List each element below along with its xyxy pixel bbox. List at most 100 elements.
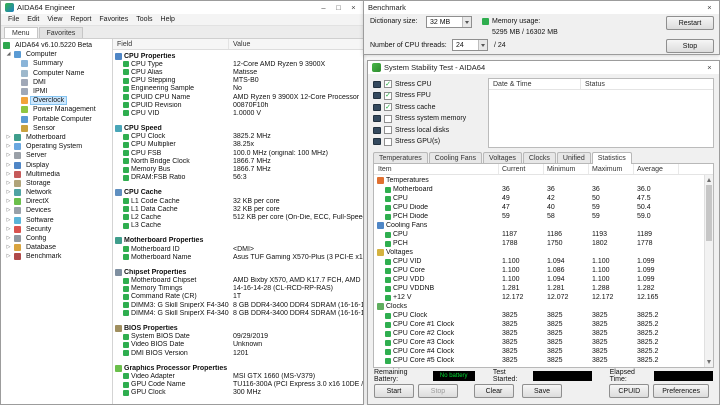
list-row[interactable]: Video AdapterMSI GTX 1660 (MS-V379) bbox=[113, 372, 363, 380]
list-row[interactable]: DMI BIOS Version1201 bbox=[113, 349, 363, 357]
pane-tab-favorites[interactable]: Favorites bbox=[39, 27, 84, 38]
stats-row[interactable]: CPU Core #5 Clock3825382538253825.2 bbox=[374, 356, 713, 365]
menu-item-tools[interactable]: Tools bbox=[132, 16, 156, 23]
sst-titlebar[interactable]: System Stability Test - AIDA64 × bbox=[368, 61, 719, 74]
list-row[interactable]: L1 Data Cache32 KB per core bbox=[113, 205, 363, 213]
sidebar-item-summary[interactable]: Summary bbox=[1, 59, 112, 68]
list-row[interactable]: Engineering SampleNo bbox=[113, 85, 363, 93]
stats-row[interactable]: CPU Core #4 Clock3825382538253825.2 bbox=[374, 347, 713, 356]
sidebar-item-database[interactable]: ▷Database bbox=[1, 243, 112, 252]
list-row[interactable]: CPUID Revision00870F10h bbox=[113, 101, 363, 109]
menu-item-report[interactable]: Report bbox=[66, 16, 95, 23]
stats-row[interactable]: CPU VDD1.1001.0941.1001.099 bbox=[374, 275, 713, 284]
stats-row[interactable]: CPU Diode47405950.4 bbox=[374, 203, 713, 212]
expand-icon[interactable]: ▷ bbox=[5, 254, 12, 259]
menu-item-help[interactable]: Help bbox=[157, 16, 179, 23]
stats-row[interactable]: CPU Core #2 Clock3825382538253825.2 bbox=[374, 329, 713, 338]
checkbox-stress-fpu[interactable]: ✓ bbox=[384, 92, 392, 100]
checkbox-stress-cache[interactable]: ✓ bbox=[384, 103, 392, 111]
list-row[interactable]: CPU Clock3825.2 MHz bbox=[113, 133, 363, 141]
tab-temperatures[interactable]: Temperatures bbox=[373, 152, 428, 163]
stats-row[interactable]: CPU1187118611931189 bbox=[374, 230, 713, 239]
scroll-down-icon[interactable] bbox=[707, 360, 711, 364]
expand-icon[interactable]: ▷ bbox=[5, 181, 12, 186]
sidebar-item-computer[interactable]: ◢Computer bbox=[1, 50, 112, 59]
list-row[interactable]: Memory Timings14-16-14-28 (CL-RCD-RP-RAS… bbox=[113, 285, 363, 293]
expand-icon[interactable]: ▷ bbox=[5, 218, 12, 223]
expand-icon[interactable]: ▷ bbox=[5, 153, 12, 158]
sidebar-item-motherboard[interactable]: ▷Motherboard bbox=[1, 133, 112, 142]
list-row[interactable]: CPU FSB100.0 MHz (original: 100 MHz) bbox=[113, 149, 363, 157]
save-button[interactable]: Save bbox=[522, 384, 562, 398]
expand-icon[interactable]: ▷ bbox=[5, 208, 12, 213]
benchmark-titlebar[interactable]: Benchmark × bbox=[364, 1, 719, 14]
chevron-down-icon[interactable] bbox=[478, 40, 487, 50]
stats-column-item[interactable]: Item bbox=[374, 164, 499, 174]
list-row[interactable]: Motherboard ID<DMI> bbox=[113, 245, 363, 253]
menu-item-file[interactable]: File bbox=[4, 16, 23, 23]
sidebar-item-directx[interactable]: ▷DirectX bbox=[1, 197, 112, 206]
list-row[interactable]: Command Rate (CR)1T bbox=[113, 293, 363, 301]
list-row[interactable]: North Bridge Clock1866.7 MHz bbox=[113, 157, 363, 165]
cpuid-button[interactable]: CPUID bbox=[609, 384, 649, 398]
log-column-status[interactable]: Status bbox=[581, 81, 713, 88]
minimize-icon[interactable]: – bbox=[316, 2, 331, 13]
list-row[interactable]: Video BIOS DateUnknown bbox=[113, 341, 363, 349]
checkbox-stress-system-memory[interactable] bbox=[384, 115, 392, 123]
sidebar-item-storage[interactable]: ▷Storage bbox=[1, 179, 112, 188]
stats-row[interactable]: CPU VDDNB1.2811.2811.2881.282 bbox=[374, 284, 713, 293]
list-row[interactable]: CPU SteppingMTS-B0 bbox=[113, 77, 363, 85]
chevron-down-icon[interactable] bbox=[462, 17, 471, 27]
list-row[interactable]: L1 Code Cache32 KB per core bbox=[113, 197, 363, 205]
stats-column-maximum[interactable]: Maximum bbox=[589, 164, 634, 174]
tab-voltages[interactable]: Voltages bbox=[483, 152, 522, 163]
sidebar-item-power-management[interactable]: Power Management bbox=[1, 105, 112, 114]
expand-icon[interactable]: ▷ bbox=[5, 227, 12, 232]
stats-row[interactable]: CPU Core1.1001.0861.1001.099 bbox=[374, 266, 713, 275]
list-row[interactable]: Motherboard NameAsus TUF Gaming X570-Plu… bbox=[113, 253, 363, 261]
start-button[interactable]: Start bbox=[374, 384, 414, 398]
stats-row[interactable]: Motherboard36363636.0 bbox=[374, 185, 713, 194]
sidebar-item-multimedia[interactable]: ▷Multimedia bbox=[1, 170, 112, 179]
list-row[interactable]: L3 Cache bbox=[113, 222, 363, 230]
maximize-icon[interactable]: □ bbox=[331, 2, 346, 13]
expand-icon[interactable]: ▷ bbox=[5, 245, 12, 250]
stats-row[interactable]: PCH Diode59585959.0 bbox=[374, 212, 713, 221]
list-row[interactable]: DRAM:FSB Ratio56:3 bbox=[113, 174, 363, 182]
expand-icon[interactable]: ▷ bbox=[5, 163, 12, 168]
stats-row[interactable]: +12 V12.17212.07212.17212.165 bbox=[374, 293, 713, 302]
benchmark-stop-button[interactable]: Stop bbox=[666, 39, 714, 53]
dictionary-size-select[interactable]: 32 MB bbox=[426, 16, 472, 28]
main-titlebar[interactable]: AIDA64 Engineer – □ × bbox=[1, 1, 363, 14]
scrollbar-thumb[interactable] bbox=[706, 185, 712, 241]
stats-column-minimum[interactable]: Minimum bbox=[544, 164, 589, 174]
sidebar-item-software[interactable]: ▷Software bbox=[1, 216, 112, 225]
stats-column-current[interactable]: Current bbox=[499, 164, 544, 174]
expand-icon[interactable]: ▷ bbox=[5, 199, 12, 204]
tab-statistics[interactable]: Statistics bbox=[592, 152, 632, 164]
list-row[interactable]: L2 Cache512 KB per core (On-Die, ECC, Fu… bbox=[113, 213, 363, 221]
sidebar-item-devices[interactable]: ▷Devices bbox=[1, 206, 112, 215]
sidebar-item-portable-computer[interactable]: Portable Computer bbox=[1, 115, 112, 124]
list-row[interactable]: GPU Code NameTU116-300A (PCI Express 3.0… bbox=[113, 381, 363, 389]
sidebar-item-config[interactable]: ▷Config bbox=[1, 234, 112, 243]
expand-icon[interactable]: ▷ bbox=[5, 190, 12, 195]
sidebar-item-display[interactable]: ▷Display bbox=[1, 160, 112, 169]
sidebar-item-server[interactable]: ▷Server bbox=[1, 151, 112, 160]
list-row[interactable]: CPU Type12-Core AMD Ryzen 9 3900X bbox=[113, 60, 363, 68]
checkbox-stress-local-disks[interactable] bbox=[384, 126, 392, 134]
stats-row[interactable]: CPU Core #1 Clock3825382538253825.2 bbox=[374, 320, 713, 329]
tab-unified[interactable]: Unified bbox=[557, 152, 591, 163]
column-header-field[interactable]: Field bbox=[113, 39, 229, 49]
collapse-icon[interactable]: ◢ bbox=[5, 52, 12, 57]
scroll-up-icon[interactable] bbox=[707, 178, 711, 182]
close-icon[interactable]: × bbox=[346, 2, 361, 13]
menu-item-view[interactable]: View bbox=[43, 16, 66, 23]
sidebar-item-dmi[interactable]: DMI bbox=[1, 78, 112, 87]
pane-tab-menu[interactable]: Menu bbox=[4, 27, 38, 38]
stats-row[interactable]: CPU Core #3 Clock3825382538253825.2 bbox=[374, 338, 713, 347]
list-row[interactable]: CPU Multiplier38.25x bbox=[113, 141, 363, 149]
close-icon[interactable]: × bbox=[702, 62, 717, 73]
stats-column-average[interactable]: Average bbox=[634, 164, 679, 174]
expand-icon[interactable]: ▷ bbox=[5, 236, 12, 241]
